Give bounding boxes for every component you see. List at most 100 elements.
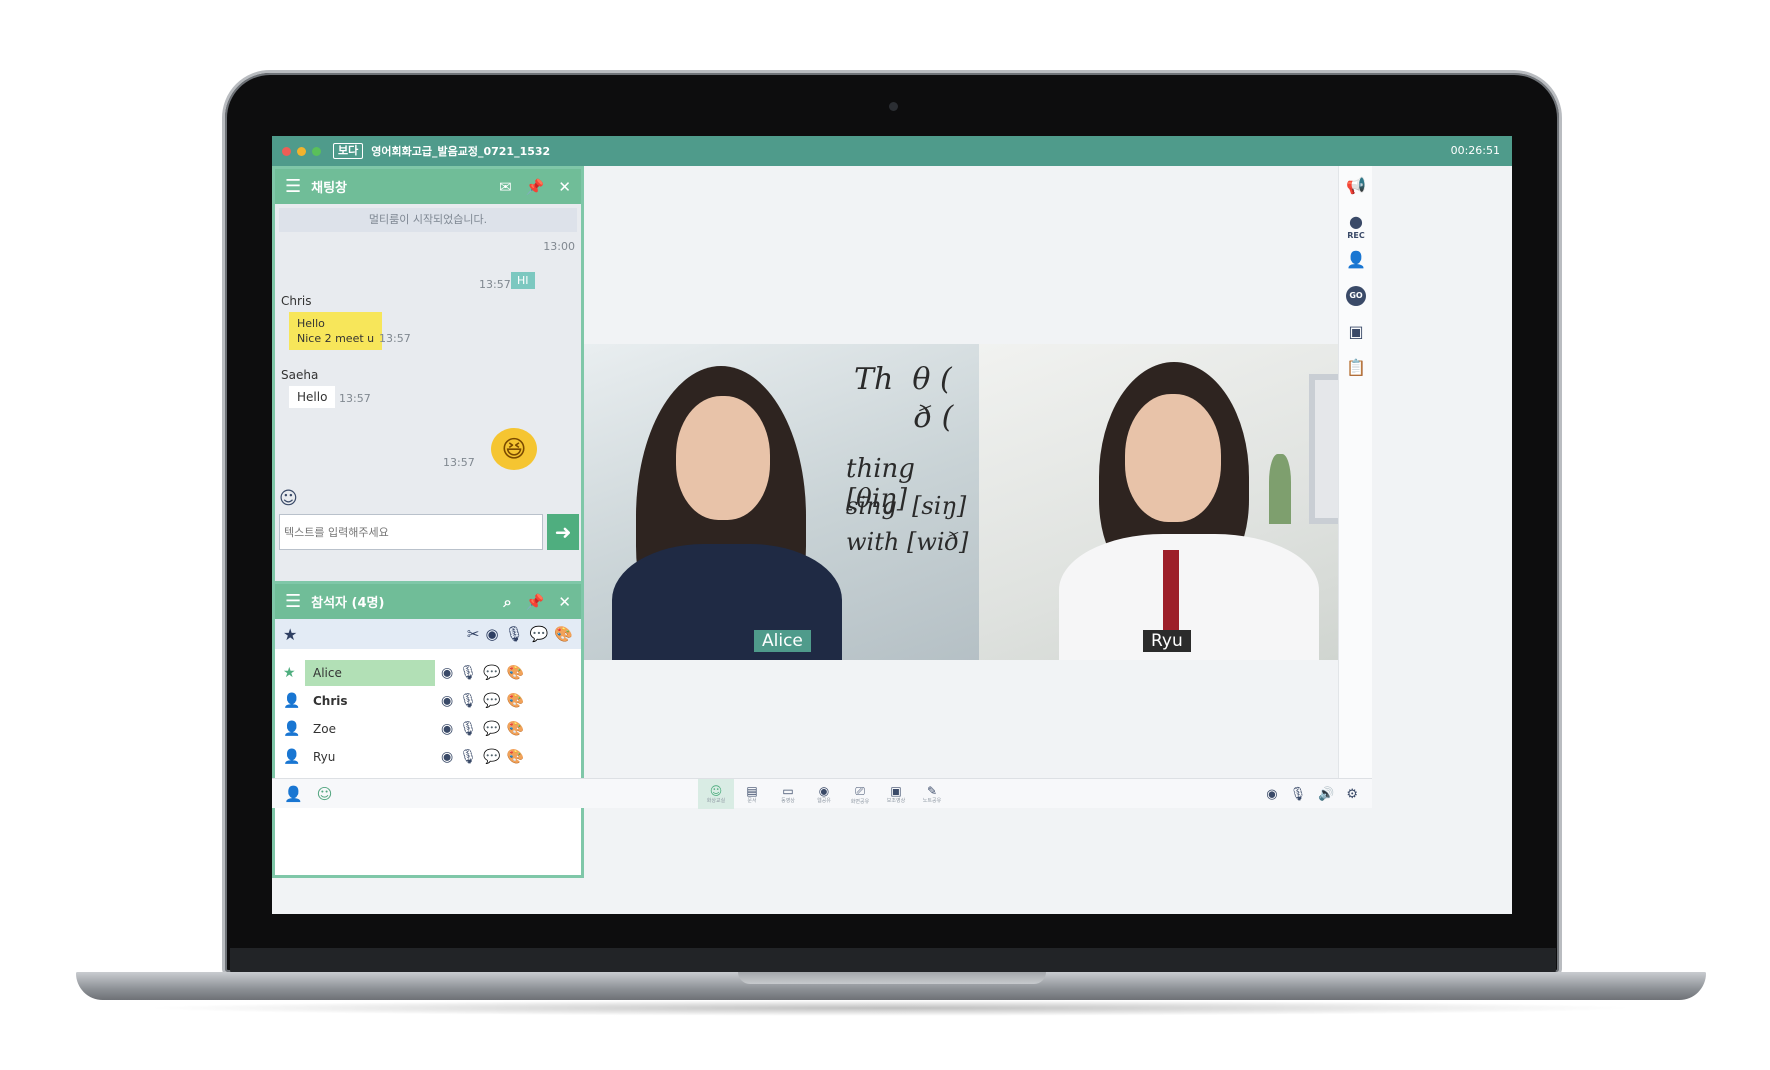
tool-label: 노트공유 xyxy=(922,798,942,804)
search-icon[interactable]: ⌕ xyxy=(503,593,511,611)
participant-name: Alice xyxy=(305,660,435,686)
microphone-icon[interactable]: 🎙 xyxy=(459,665,477,681)
scissors-icon[interactable]: ✂ xyxy=(467,625,480,643)
tool-video[interactable]: ▭ 동영상 xyxy=(770,779,806,809)
menu-icon[interactable]: ☰ xyxy=(285,176,301,197)
own-message-bubble: HI xyxy=(511,272,535,289)
palette-icon[interactable]: 🎨 xyxy=(506,749,523,765)
screen-share-icon: ⎚ xyxy=(855,783,865,798)
mail-icon[interactable]: ✉ xyxy=(499,178,512,196)
video-stage: Th θ ( ð ( thing [θiŋ] sing [siŋ] with [… xyxy=(584,166,1372,778)
sub-video-icon: ▣ xyxy=(890,784,902,798)
message-line: Nice 2 meet u xyxy=(297,332,375,345)
emoji-picker-icon[interactable]: ☺ xyxy=(279,488,298,509)
minimize-window-button[interactable] xyxy=(297,146,306,156)
chat-input[interactable] xyxy=(279,514,544,550)
microphone-icon[interactable]: 🎙 xyxy=(459,693,477,709)
participant-row[interactable]: 👤 Zoe ◉ 🎙 💬 🎨 xyxy=(275,715,581,743)
user-icon: 👤 xyxy=(283,693,301,709)
menu-icon[interactable]: ☰ xyxy=(285,591,301,612)
chat-bubble-icon[interactable]: 💬 xyxy=(483,749,500,765)
chat-panel: ☰ 채팅창 ✉ 📌 ✕ 멀티룸이 시작되었습니다. 13:00 13:57 HI… xyxy=(272,166,584,584)
participant-name: Zoe xyxy=(313,722,336,736)
palette-icon[interactable]: 🎨 xyxy=(554,625,573,643)
tool-web-share[interactable]: ◉ 웹공유 xyxy=(806,779,842,809)
tool-video-class[interactable]: ☺ 화상교실 xyxy=(698,779,734,809)
close-icon[interactable]: ✕ xyxy=(558,593,571,611)
tool-document[interactable]: ▤ 문서 xyxy=(734,779,770,809)
webcam-icon[interactable]: ◉ xyxy=(441,693,453,709)
video-tile-alice[interactable]: Th θ ( ð ( thing [θiŋ] sing [siŋ] with [… xyxy=(584,344,979,660)
megaphone-icon[interactable]: 📢 xyxy=(1346,176,1366,195)
video-name-tag: Alice xyxy=(754,630,811,652)
chat-header: ☰ 채팅창 ✉ 📌 ✕ xyxy=(275,169,581,204)
go-icon[interactable]: GO xyxy=(1346,286,1366,306)
participant-row[interactable]: 👤 Ryu ◉ 🎙 💬 🎨 xyxy=(275,743,581,771)
pin-icon[interactable]: 📌 xyxy=(526,593,545,611)
tool-label: 화면공유 xyxy=(850,798,870,805)
settings-gear-icon[interactable]: ⚙ xyxy=(1346,787,1358,802)
person-face xyxy=(1125,394,1221,522)
send-button[interactable]: ➜ xyxy=(547,514,579,550)
microphone-icon[interactable]: 🎙 xyxy=(459,749,477,765)
laughing-emoji-icon: 😆 xyxy=(491,428,537,470)
video-tile-ryu[interactable]: Ryu xyxy=(979,344,1372,660)
message-line: Hello xyxy=(297,317,325,330)
person-face xyxy=(676,396,770,520)
chat-bubble-icon[interactable]: 💬 xyxy=(483,693,500,709)
chat-toggle-icon[interactable]: ☺ xyxy=(317,785,333,803)
rec-icon[interactable]: ● REC xyxy=(1346,212,1366,240)
palette-icon[interactable]: 🎨 xyxy=(506,693,523,709)
close-window-button[interactable] xyxy=(282,146,291,156)
message-time: 13:57 xyxy=(379,332,411,345)
participant-row[interactable]: ★ Alice ◉ 🎙 💬 🎨 xyxy=(275,659,581,687)
chat-bubble-icon[interactable]: 💬 xyxy=(483,721,500,737)
portrait-icon[interactable]: ▣ xyxy=(1346,322,1366,341)
palette-icon[interactable]: 🎨 xyxy=(506,665,523,681)
tool-label: 화상교실 xyxy=(706,798,726,804)
pin-icon[interactable]: 📌 xyxy=(526,178,545,196)
document-icon: ▤ xyxy=(746,784,758,798)
window-title: 영어회화고급_발음교정_0721_1532 xyxy=(371,145,551,158)
participant-row[interactable]: 👤 Chris ◉ 🎙 💬 🎨 xyxy=(275,687,581,715)
participant-name: Ryu xyxy=(313,750,336,764)
bottom-tool-group: ☺ 화상교실 ▤ 문서 ▭ 동영상 ◉ 웹공유 ⎚ 화면공유 ▣ 보조영상 ✎ … xyxy=(698,779,950,809)
note-share-icon: ✎ xyxy=(926,784,938,798)
close-icon[interactable]: ✕ xyxy=(558,178,571,196)
speaker-icon[interactable]: 🔊 xyxy=(1318,787,1334,802)
whiteboard-writing: sing [siŋ] xyxy=(846,492,967,520)
microphone-icon[interactable]: 🎙 xyxy=(1290,787,1307,802)
laptop-shadow xyxy=(140,1000,1640,1016)
add-user-icon[interactable]: 👤 xyxy=(1346,250,1366,269)
system-message: 멀티룸이 시작되었습니다. xyxy=(279,208,577,232)
video-icon: ▭ xyxy=(782,784,794,798)
chat-bubble-icon[interactable]: 💬 xyxy=(530,625,549,643)
maximize-window-button[interactable] xyxy=(312,146,321,156)
tool-sub-video[interactable]: ▣ 보조영상 xyxy=(878,779,914,809)
participants-toggle-icon[interactable]: 👤 xyxy=(284,785,303,803)
webcam-icon[interactable]: ◉ xyxy=(485,625,498,643)
participant-name: Chris xyxy=(313,694,348,708)
palette-icon[interactable]: 🎨 xyxy=(506,721,523,737)
participants-title: 참석자 (4명) xyxy=(311,596,385,611)
webcam-icon[interactable]: ◉ xyxy=(441,721,453,737)
webcam-icon[interactable]: ◉ xyxy=(441,665,453,681)
webcam-icon[interactable]: ◉ xyxy=(1266,787,1277,802)
participants-header: ☰ 참석자 (4명) ⌕ 📌 ✕ xyxy=(275,584,581,619)
star-icon[interactable]: ★ xyxy=(283,625,297,644)
tool-note-share[interactable]: ✎ 노트공유 xyxy=(914,779,950,809)
message-bubble: Hello xyxy=(289,386,336,408)
chat-bubble-icon[interactable]: 💬 xyxy=(483,665,500,681)
tool-label: 보조영상 xyxy=(886,798,906,804)
chat-input-row: ➜ xyxy=(279,514,579,554)
tool-screen-share[interactable]: ⎚ 화면공유 xyxy=(842,779,878,809)
laptop-notch xyxy=(738,972,1046,984)
microphone-icon[interactable]: 🎙 xyxy=(505,625,524,643)
webcam-icon[interactable]: ◉ xyxy=(441,749,453,765)
message-sender: Saeha xyxy=(281,368,319,382)
microphone-icon[interactable]: 🎙 xyxy=(459,721,477,737)
message-time: 13:57 xyxy=(479,278,511,291)
title-bar: 보다 영어회화고급_발음교정_0721_1532 00:26:51 xyxy=(272,136,1512,166)
clipboard-icon[interactable]: 📋 xyxy=(1346,358,1366,377)
user-icon: 👤 xyxy=(283,749,301,765)
